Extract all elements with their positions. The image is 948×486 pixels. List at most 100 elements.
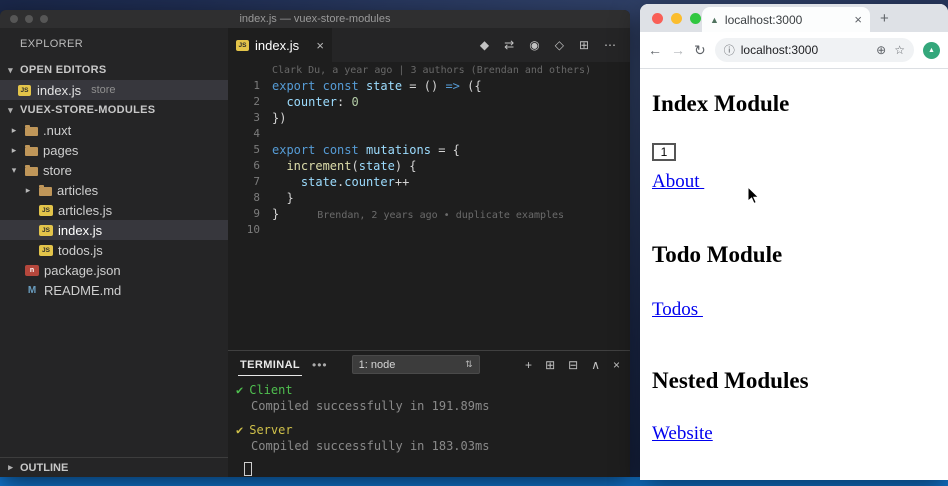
code-line[interactable]: 6 increment(state) { [228,158,630,174]
page-heading: Todo Module [652,242,948,268]
maximize-panel-icon[interactable]: ∧ [591,358,600,372]
address-bar-actions: ⊕ ☆ [876,43,905,57]
tab-indexjs[interactable]: JS index.js × [228,28,332,62]
split-terminal-icon[interactable]: ⊞ [545,358,555,372]
open-changes-icon[interactable]: ⇄ [504,38,514,52]
reload-icon[interactable]: ↻ [694,42,706,59]
mouse-cursor [747,186,761,206]
code-text: } [272,190,294,206]
link-about[interactable]: About [652,171,704,193]
terminal-tab[interactable]: TERMINAL [238,354,302,376]
tree-item-package.json[interactable]: n package.json [0,260,228,280]
open-preview-icon[interactable]: ◉ [529,38,539,52]
tree-item-.nuxt[interactable]: ▸ .nuxt [0,120,228,140]
code-text: counter: 0 [272,94,359,110]
desktop-background: index.js — vuex-store-modules EXPLORER ▾… [0,0,948,486]
terminal-output[interactable]: ✔ClientCompiled successfully in 191.89ms… [228,378,630,476]
terminal-detail-line: Compiled successfully in 183.03ms [236,438,630,454]
code-lines: 1export const state = () => ({2 counter:… [228,78,630,238]
code-editor[interactable]: Clark Du, a year ago | 3 authors (Brenda… [228,62,630,350]
minimize-window-icon[interactable] [671,13,682,24]
tree-item-index.js[interactable]: JS index.js [0,220,228,240]
open-editor-item-indexjs[interactable]: JS index.js store [0,80,228,100]
link-website[interactable]: Website [652,423,713,445]
terminal-detail-line: Compiled successfully in 191.89ms [236,398,630,414]
kill-terminal-icon[interactable]: ⊟ [568,358,578,372]
open-editor-filename: index.js [37,83,81,98]
tree-item-articles[interactable]: ▸articles [0,180,228,200]
vscode-title-bar: index.js — vuex-store-modules [0,10,630,28]
codelens-annotation[interactable]: Clark Du, a year ago | 3 authors (Brenda… [228,64,630,78]
more-actions-icon[interactable]: ⋯ [604,38,616,52]
tree-item-README.md[interactable]: MREADME.md [0,280,228,300]
code-line[interactable]: 3}) [228,110,630,126]
editor-area: JS index.js × ◆ ⇄ ◉ ◇ ⊞ ⋯ Clark Du, a year ag… [228,28,630,477]
chevron-right-icon: ▸ [8,125,20,136]
close-window-icon[interactable] [652,13,663,24]
code-line[interactable]: 5export const mutations = { [228,142,630,158]
link-todos[interactable]: Todos [652,299,703,321]
address-bar[interactable]: ⓘ localhost:3000 ⊕ ☆ [715,38,914,62]
outline-label: OUTLINE [20,462,68,474]
tree-item-label: index.js [58,223,102,238]
zoom-icon[interactable]: ⊕ [876,43,886,57]
minimize-window-icon[interactable] [25,15,33,23]
code-line[interactable]: 1export const state = () => ({ [228,78,630,94]
web-page-content: Index Module1About Todo ModuleTodos Nest… [640,69,948,480]
browser-tab[interactable]: ▲ localhost:3000 × [702,7,870,32]
check-icon: ✔ [236,423,243,437]
extension-icon[interactable]: ▲ [923,42,940,59]
new-terminal-icon[interactable]: + [525,358,532,372]
npm-icon: n [25,265,39,276]
terminal-status-line: ✔ Server [236,422,630,438]
terminal-tabs-more-icon[interactable]: ••• [312,358,328,372]
site-info-icon[interactable]: ⓘ [724,42,735,58]
terminal-header: TERMINAL ••• 1: node ⇅ + ⊞ ⊟ ∧ × [228,351,630,378]
terminal-task-label: Server [249,423,292,437]
split-editor-icon[interactable]: ⊞ [579,38,589,52]
tree-item-todos.js[interactable]: JStodos.js [0,240,228,260]
code-line[interactable]: 8 } [228,190,630,206]
check-icon: ✔ [236,383,243,397]
tree-item-label: .nuxt [43,123,71,138]
zoom-window-icon[interactable] [40,15,48,23]
compare-icon[interactable]: ◇ [555,38,564,52]
bookmark-star-icon[interactable]: ☆ [894,43,905,57]
workspace-label: VUEX-STORE-MODULES [20,104,155,116]
close-window-icon[interactable] [10,15,18,23]
zoom-window-icon[interactable] [690,13,701,24]
folder-icon [39,187,52,196]
terminal-shell-select[interactable]: 1: node ⇅ [352,355,480,374]
code-line[interactable]: 2 counter: 0 [228,94,630,110]
close-tab-icon[interactable]: × [316,38,324,53]
explorer-sidebar: EXPLORER ▾ OPEN EDITORS JS index.js stor… [0,28,228,477]
window-controls [652,13,701,24]
close-panel-icon[interactable]: × [613,358,620,372]
code-line[interactable]: 7 state.counter++ [228,174,630,190]
tree-item-label: package.json [44,263,121,278]
editor-tab-bar: JS index.js × ◆ ⇄ ◉ ◇ ⊞ ⋯ [228,28,630,62]
toggle-annotations-icon[interactable]: ◆ [480,38,489,52]
code-line[interactable]: 10 [228,222,630,238]
tree-item-articles.js[interactable]: JSarticles.js [0,200,228,220]
js-file-icon: JS [18,85,31,96]
code-line[interactable]: 4 [228,126,630,142]
open-editors-header[interactable]: ▾ OPEN EDITORS [0,60,228,80]
browser-window: ▲ localhost:3000 × + ← → ↻ ⓘ localhost:3… [640,4,948,480]
tree-item-label: store [43,163,72,178]
terminal-output-entry: ✔ ServerCompiled successfully in 183.03ms [236,422,630,454]
back-icon[interactable]: ← [648,42,662,58]
js-icon: JS [39,225,53,236]
close-tab-icon[interactable]: × [854,12,862,27]
code-text: }Brendan, 2 years ago • duplicate exampl… [272,206,564,222]
outline-section[interactable]: ▸ OUTLINE [0,457,228,477]
line-number: 8 [228,190,272,206]
workspace-header[interactable]: ▾ VUEX-STORE-MODULES [0,100,228,120]
url-text: localhost:3000 [741,43,818,57]
new-tab-button[interactable]: + [880,10,889,27]
tree-item-pages[interactable]: ▸pages [0,140,228,160]
tree-item-store[interactable]: ▾store [0,160,228,180]
code-line[interactable]: 9}Brendan, 2 years ago • duplicate examp… [228,206,630,222]
forward-icon[interactable]: → [671,42,685,58]
tree-item-label: articles.js [58,203,112,218]
